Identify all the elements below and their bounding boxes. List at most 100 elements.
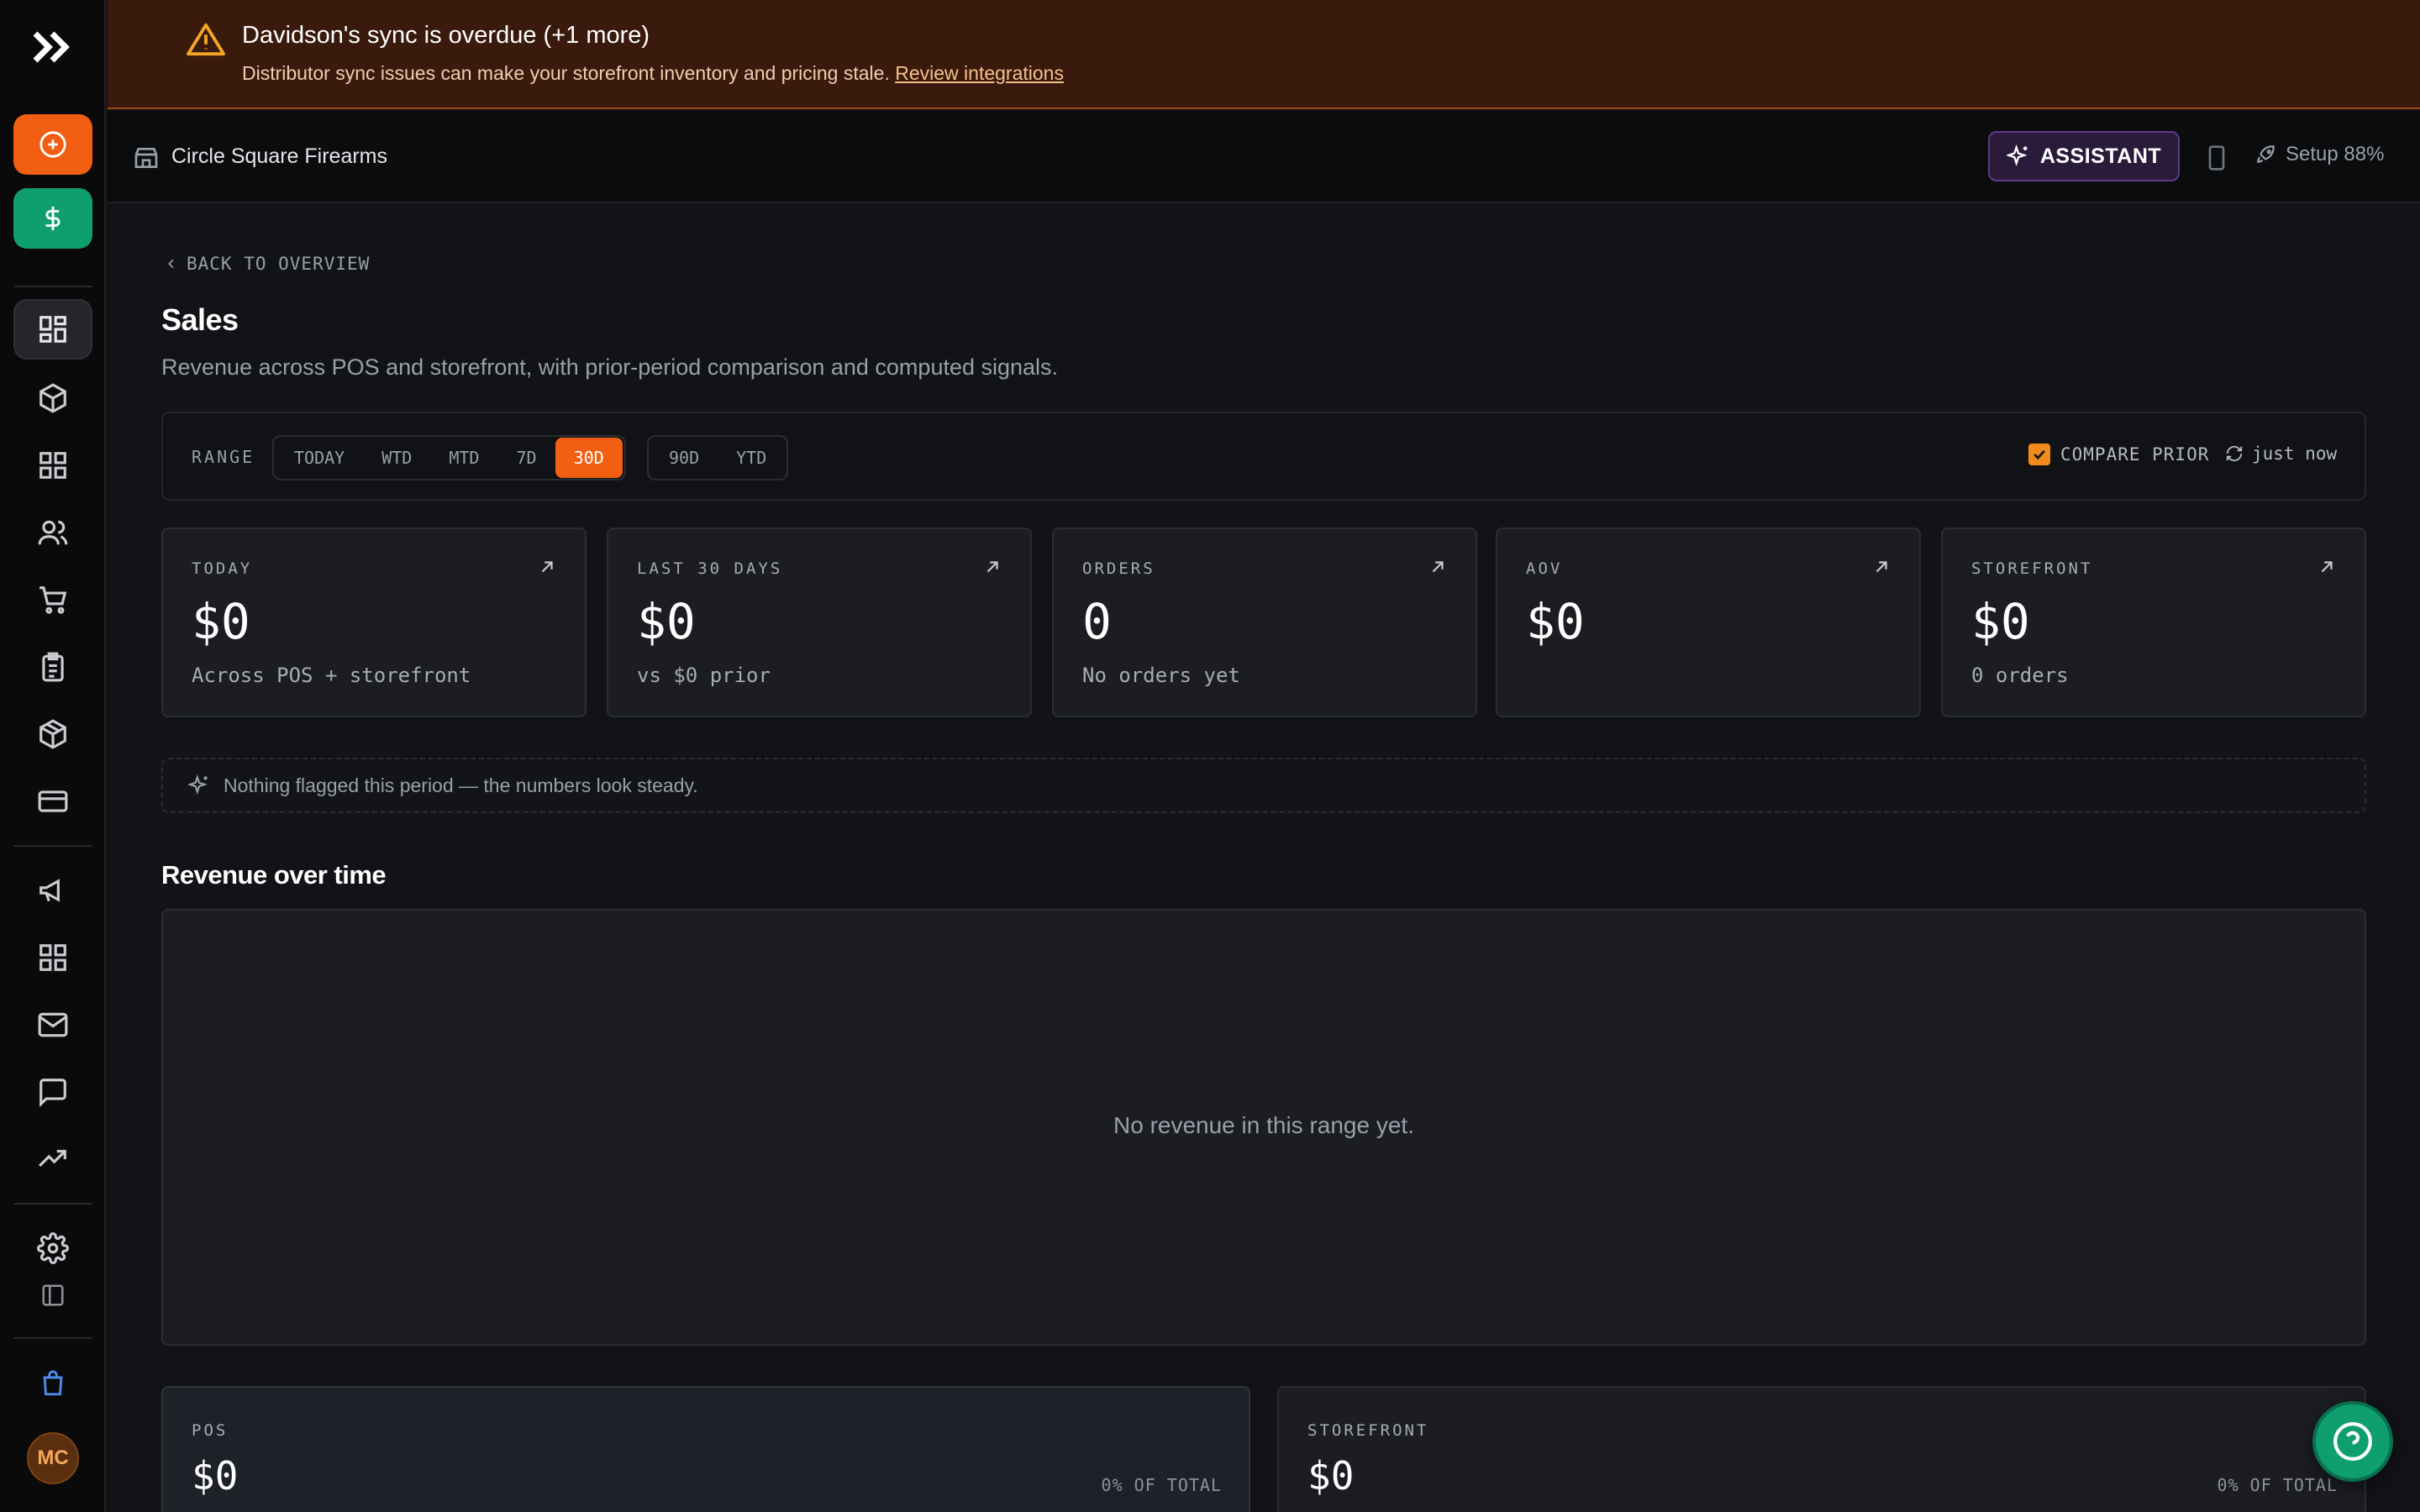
channel-card-pos[interactable]: POS $0 0% OF TOTAL (161, 1386, 1250, 1512)
sidebar-item-catalog[interactable] (30, 443, 76, 488)
logo-chevrons-icon[interactable] (32, 30, 74, 64)
sidebar-item-customers[interactable] (30, 510, 76, 555)
sidebar-item-inventory[interactable] (30, 711, 76, 757)
range-option-ytd[interactable]: YTD (718, 438, 785, 478)
sidebar: MC (0, 0, 106, 1512)
channel-value: $0 (192, 1453, 239, 1499)
sidebar-item-email[interactable] (30, 1002, 76, 1047)
arrow-up-right-icon (1428, 558, 1447, 576)
kpi-subtext: 0 orders (1971, 664, 2069, 687)
kpi-card-last-30-days[interactable]: LAST 30 DAYS $0 vs $0 prior (607, 528, 1032, 717)
page-title: Sales (161, 302, 239, 337)
kpi-label: ORDERS (1082, 559, 1155, 578)
range-option-wtd[interactable]: WTD (363, 438, 430, 478)
sidebar-item-orders[interactable] (30, 577, 76, 622)
banner-text: Distributor sync issues can make your st… (242, 62, 1064, 85)
compare-prior-checkbox[interactable] (2028, 444, 2050, 465)
kpi-subtext: No orders yet (1082, 664, 1240, 687)
kpi-value: $0 (1526, 593, 1585, 650)
package-icon (39, 719, 66, 749)
warning-icon (187, 22, 225, 57)
kpi-subtext: Across POS + storefront (192, 664, 471, 687)
sparkles-icon (2006, 144, 2028, 166)
cart-icon (39, 586, 67, 614)
banner-message: Distributor sync issues can make your st… (242, 62, 890, 84)
back-label: BACK TO OVERVIEW (187, 254, 371, 274)
sidebar-item-tasks[interactable] (30, 644, 76, 690)
store-name[interactable]: Circle Square Firearms (171, 144, 387, 169)
arrow-up-right-icon (983, 558, 1002, 576)
avatar[interactable]: MC (27, 1432, 79, 1484)
channel-label: STOREFRONT (1307, 1421, 1429, 1440)
setup-label: Setup 88% (2286, 143, 2385, 165)
gear-icon (37, 1232, 69, 1264)
setup-progress[interactable]: Setup 88% (2255, 143, 2384, 166)
sidebar-item-payments[interactable] (30, 779, 76, 824)
kpi-label: TODAY (192, 559, 253, 578)
sidebar-item-analytics[interactable] (30, 1137, 76, 1182)
signals-text: Nothing flagged this period — the number… (224, 774, 698, 796)
store-icon (133, 144, 160, 171)
kpi-card-aov[interactable]: AOV $0 (1496, 528, 1921, 717)
trending-up-icon (39, 1149, 66, 1168)
users-icon (38, 520, 68, 545)
dashboard-icon (39, 316, 66, 343)
range-option-90d[interactable]: 90D (650, 438, 718, 478)
pos-button[interactable] (13, 188, 92, 249)
top-bar: Circle Square Firearms ASSISTANT Setup 8… (108, 111, 2420, 203)
kpi-card-storefront[interactable]: STOREFRONT $0 0 orders (1941, 528, 2366, 717)
arrow-up-right-icon (1872, 558, 1891, 576)
sidebar-item-apps[interactable] (30, 935, 76, 980)
review-integrations-link[interactable]: Review integrations (895, 62, 1064, 84)
channel-value: $0 (1307, 1453, 1355, 1499)
check-icon (2033, 449, 2045, 460)
signals-notice: Nothing flagged this period — the number… (161, 758, 2366, 813)
kpi-label: STOREFRONT (1971, 559, 2093, 578)
mobile-preview-icon[interactable] (2207, 144, 2227, 171)
kpi-subtext: vs $0 prior (637, 664, 771, 687)
kpi-card-today[interactable]: TODAY $0 Across POS + storefront (161, 528, 587, 717)
apps-grid-icon (39, 944, 66, 971)
chevron-left-icon (168, 259, 174, 269)
grid-icon (39, 452, 66, 479)
back-to-overview-link[interactable]: BACK TO OVERVIEW (165, 254, 370, 274)
sidebar-item-products[interactable] (30, 375, 76, 421)
sidebar-item-dashboard[interactable] (13, 299, 92, 360)
sidebar-toggle[interactable] (30, 1273, 76, 1318)
kpi-label: AOV (1526, 559, 1563, 578)
help-circle-icon (2333, 1422, 2372, 1461)
help-button[interactable] (2312, 1401, 2393, 1482)
sidebar-item-messages[interactable] (30, 1069, 76, 1115)
message-square-icon (39, 1079, 66, 1108)
kpi-value: $0 (192, 593, 250, 650)
assistant-button[interactable]: ASSISTANT (1988, 131, 2180, 181)
sidebar-divider (13, 1203, 92, 1205)
kpi-card-orders[interactable]: ORDERS 0 No orders yet (1052, 528, 1477, 717)
banner-title: Davidson's sync is overdue (+1 more) (242, 22, 650, 49)
range-option-mtd[interactable]: MTD (430, 438, 497, 478)
new-sale-button[interactable] (13, 114, 92, 175)
kpi-value: $0 (637, 593, 696, 650)
channel-card-storefront[interactable]: STOREFRONT $0 0% OF TOTAL (1277, 1386, 2366, 1512)
shopping-bag-icon (43, 1370, 63, 1396)
refresh-button[interactable]: just now (2225, 444, 2337, 464)
sidebar-item-marketing[interactable] (30, 868, 76, 913)
range-option-30d[interactable]: 30D (555, 438, 623, 478)
clipboard-icon (42, 652, 64, 682)
compare-prior-label: COMPARE PRIOR (2060, 444, 2210, 465)
arrow-up-right-icon (2317, 558, 2336, 576)
sidebar-item-storefront[interactable] (30, 1361, 76, 1406)
sync-warning-banner: Davidson's sync is overdue (+1 more) Dis… (108, 0, 2420, 109)
kpi-label: LAST 30 DAYS (637, 559, 783, 578)
range-option-7d[interactable]: 7D (497, 438, 555, 478)
compare-prior-toggle[interactable]: COMPARE PRIOR (2028, 444, 2209, 465)
sidebar-item-settings[interactable] (30, 1226, 76, 1271)
revenue-chart: No revenue in this range yet. (161, 909, 2366, 1346)
credit-card-icon (38, 790, 68, 812)
range-option-today[interactable]: TODAY (276, 438, 363, 478)
kpi-value: 0 (1082, 593, 1112, 650)
assistant-label: ASSISTANT (2039, 144, 2162, 168)
range-toolbar: RANGE TODAY WTD MTD 7D 30D 90D YTD COMPA… (161, 412, 2366, 501)
plus-circle-icon (39, 131, 66, 158)
page-subtitle: Revenue across POS and storefront, with … (161, 354, 1059, 380)
